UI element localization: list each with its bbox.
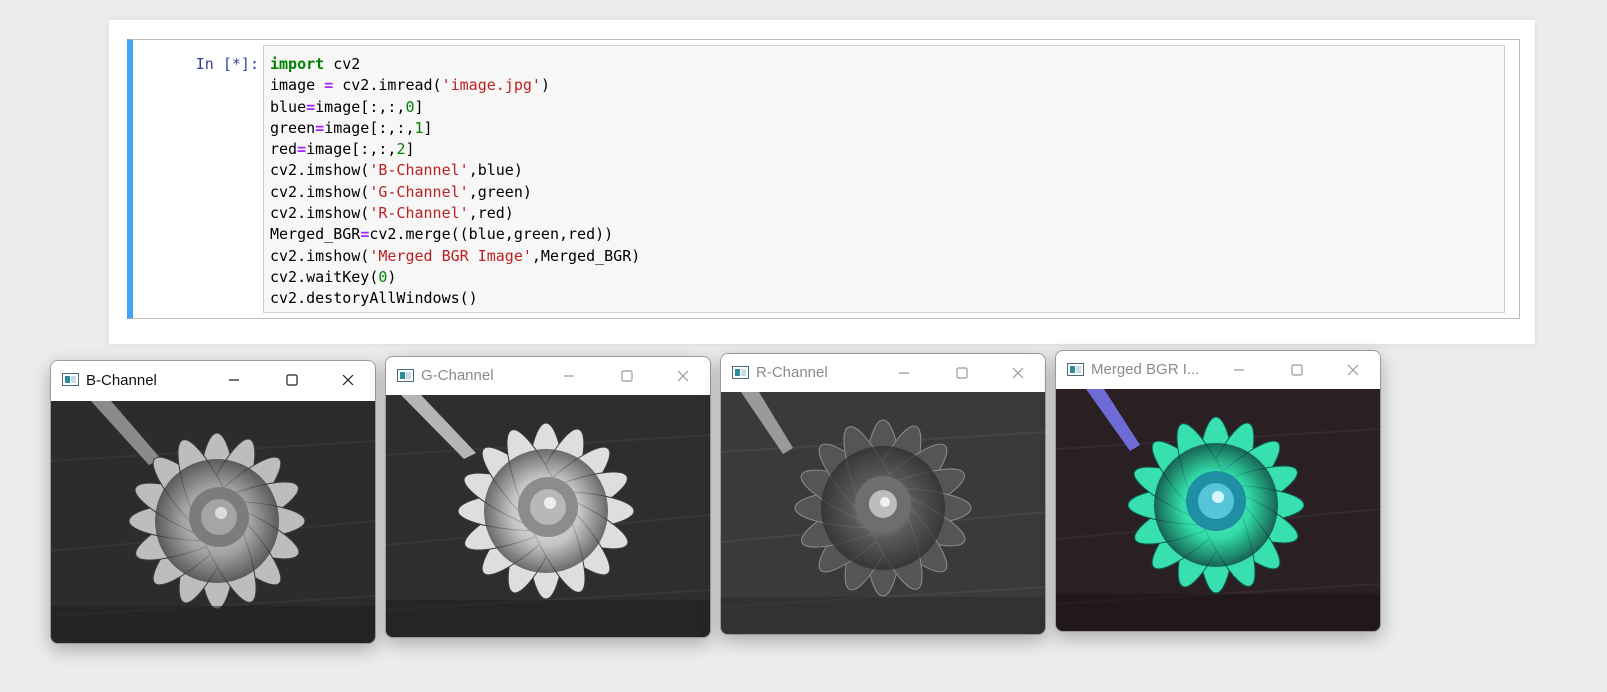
minimize-icon[interactable] <box>546 357 592 395</box>
code-token: cv2.imshow( <box>270 246 370 265</box>
code-token: ] <box>405 140 415 159</box>
code-token: cv2.merge((blue,green,red)) <box>369 225 614 244</box>
window-b-channel[interactable]: B-Channel <box>50 360 376 644</box>
window-title: Merged BGR I... <box>1091 361 1200 378</box>
b-channel-image <box>51 401 375 643</box>
code-token: cv2.imshow( <box>270 161 370 180</box>
minimize-icon[interactable] <box>1216 351 1262 389</box>
window-titlebar[interactable]: G-Channel <box>386 357 710 395</box>
opencv-window-icon <box>732 366 749 379</box>
code-line: cv2.waitKey(0) <box>270 267 1498 288</box>
close-icon[interactable] <box>660 357 706 395</box>
code-text[interactable]: import cv2 image = cv2.imread('image.jpg'… <box>264 46 1504 318</box>
code-token: cv2.destoryAllWindows() <box>270 289 478 308</box>
code-token: ] <box>414 97 424 116</box>
code-token: 1 <box>414 118 424 137</box>
code-line: red=image[:,:,2] <box>270 139 1498 160</box>
code-line: cv2.imshow('G-Channel',green) <box>270 182 1498 203</box>
code-token: ) <box>540 76 550 95</box>
close-icon[interactable] <box>995 354 1041 392</box>
code-token: image[:,:, <box>306 140 397 159</box>
code-line: image = cv2.imread('image.jpg') <box>270 75 1498 96</box>
code-token: image[:,:, <box>324 118 415 137</box>
code-token: cv2.imshow( <box>270 204 370 223</box>
cell-prompt: In [*]: <box>195 55 259 73</box>
code-token: ) <box>387 267 397 286</box>
code-token: = <box>324 76 334 95</box>
maximize-icon[interactable] <box>269 361 315 399</box>
r-channel-image <box>721 392 1045 634</box>
code-token: ] <box>423 118 433 137</box>
code-token: ,green) <box>468 182 532 201</box>
code-token: cv2.waitKey( <box>270 267 379 286</box>
window-title: B-Channel <box>86 372 157 389</box>
code-token: ,Merged_BGR) <box>531 246 641 265</box>
code-token: image <box>270 76 325 95</box>
minimize-icon[interactable] <box>211 361 257 399</box>
maximize-icon[interactable] <box>939 354 985 392</box>
merged-bgr-image <box>1056 389 1380 631</box>
code-line: blue=image[:,:,0] <box>270 97 1498 118</box>
code-line: cv2.imshow('B-Channel',blue) <box>270 160 1498 181</box>
code-line: Merged_BGR=cv2.merge((blue,green,red)) <box>270 224 1498 245</box>
code-token: Merged_BGR <box>270 225 361 244</box>
close-icon[interactable] <box>325 361 371 399</box>
code-token: red <box>270 140 298 159</box>
code-token: 'Merged BGR Image' <box>369 246 532 265</box>
code-token: 0 <box>405 97 415 116</box>
minimize-icon[interactable] <box>881 354 927 392</box>
code-cell[interactable]: In [*]: import cv2 image = cv2.imread('im… <box>127 39 1520 319</box>
code-token: = <box>306 97 316 116</box>
code-token: = <box>360 225 370 244</box>
window-titlebar[interactable]: R-Channel <box>721 354 1045 392</box>
code-token: cv2.imread( <box>333 76 442 95</box>
code-line: green=image[:,:,1] <box>270 118 1498 139</box>
code-editor[interactable]: import cv2 image = cv2.imread('image.jpg'… <box>263 45 1505 313</box>
opencv-window-icon <box>1067 363 1084 376</box>
code-line: cv2.imshow('Merged BGR Image',Merged_BGR… <box>270 246 1498 267</box>
code-token: = <box>297 140 307 159</box>
window-title: G-Channel <box>421 367 494 384</box>
code-token: import <box>270 55 325 73</box>
code-token: cv2 <box>324 55 361 73</box>
code-token: ,red) <box>468 204 514 223</box>
code-token: image[:,:, <box>315 97 406 116</box>
window-g-channel[interactable]: G-Channel <box>385 356 711 638</box>
code-token: 'B-Channel' <box>369 161 469 180</box>
opencv-window-icon <box>397 369 414 382</box>
code-token: 'image.jpg' <box>441 76 541 95</box>
window-titlebar[interactable]: Merged BGR I... <box>1056 351 1380 389</box>
window-title: R-Channel <box>756 364 828 381</box>
maximize-icon[interactable] <box>604 357 650 395</box>
code-token: ,blue) <box>468 161 523 180</box>
code-line: import cv2 <box>270 54 1498 75</box>
window-merged-bgr[interactable]: Merged BGR I... <box>1055 350 1381 632</box>
code-token: blue <box>270 97 307 116</box>
code-token: green <box>270 118 316 137</box>
window-titlebar[interactable]: B-Channel <box>51 361 375 401</box>
g-channel-image <box>386 395 710 637</box>
notebook-page: In [*]: import cv2 image = cv2.imread('im… <box>109 20 1535 344</box>
close-icon[interactable] <box>1330 351 1376 389</box>
code-line: cv2.destoryAllWindows() <box>270 288 1498 309</box>
code-token: = <box>315 118 325 137</box>
code-token: 'R-Channel' <box>369 204 469 223</box>
window-r-channel[interactable]: R-Channel <box>720 353 1046 635</box>
code-token: 'G-Channel' <box>369 182 469 201</box>
maximize-icon[interactable] <box>1274 351 1320 389</box>
code-token: cv2.imshow( <box>270 182 370 201</box>
opencv-window-icon <box>62 373 79 386</box>
code-line: cv2.imshow('R-Channel',red) <box>270 203 1498 224</box>
